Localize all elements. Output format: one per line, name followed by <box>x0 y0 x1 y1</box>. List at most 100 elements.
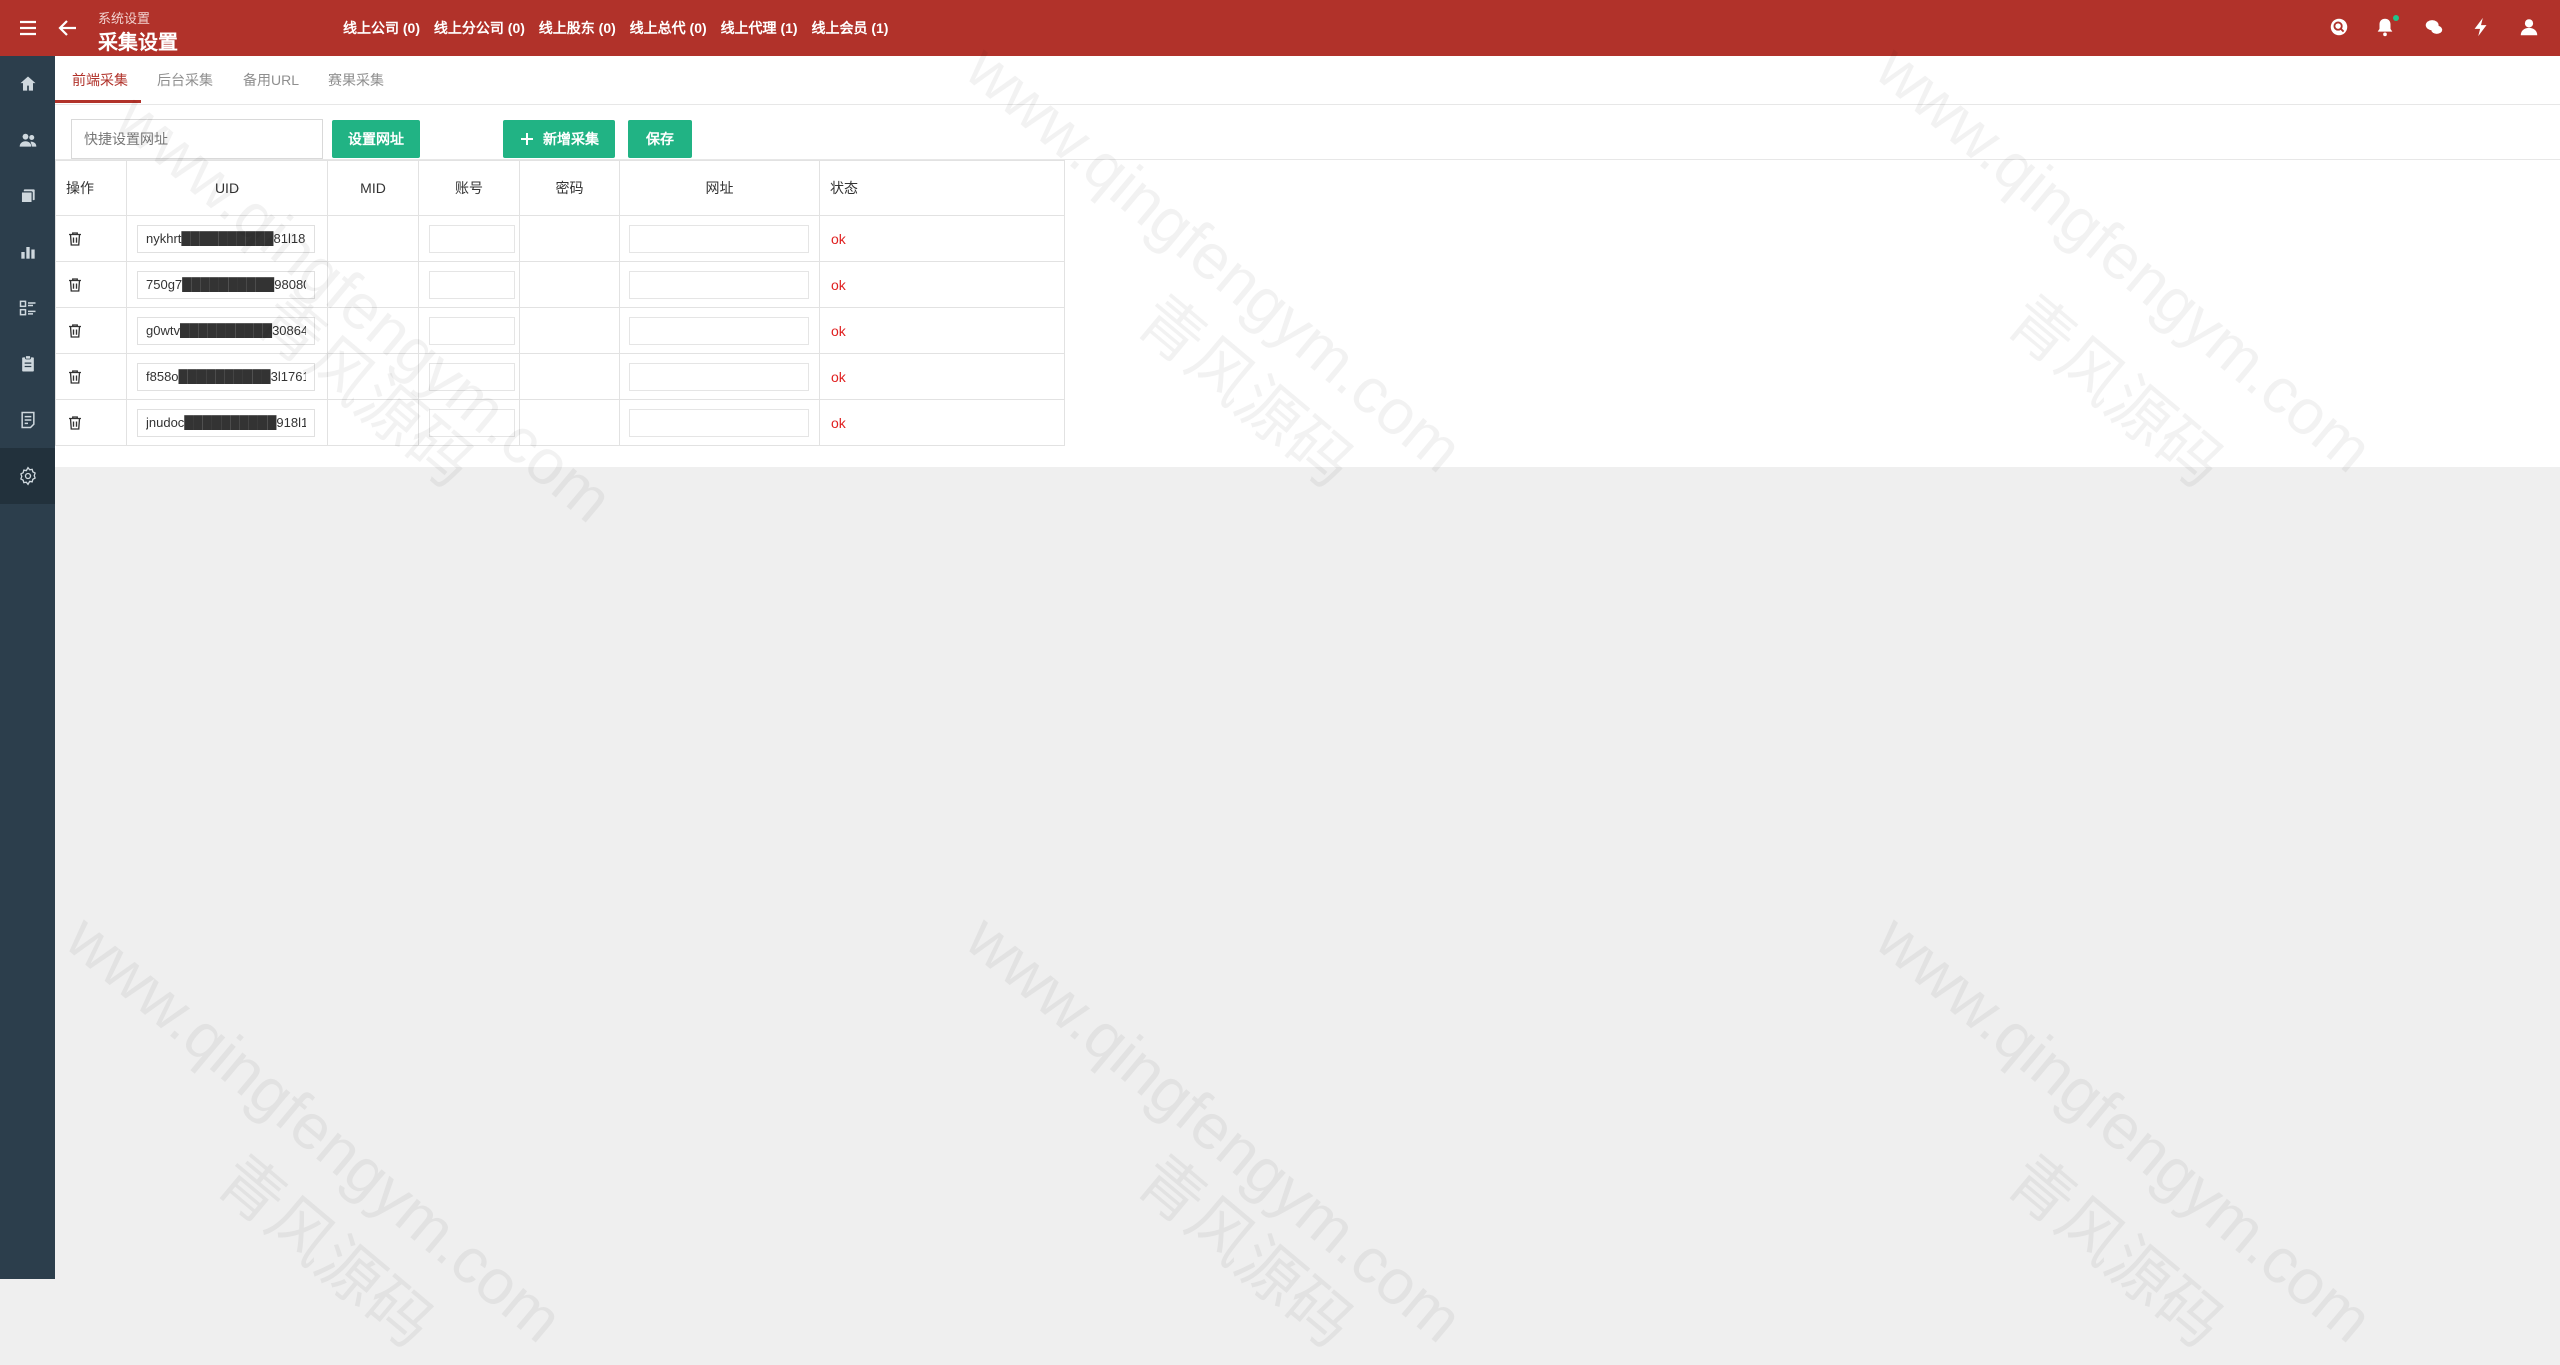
watermark-text: www.qingfengym.com <box>1863 900 2387 1357</box>
bell-icon[interactable] <box>2374 15 2399 40</box>
add-collect-button[interactable]: 新增采集 <box>503 120 615 158</box>
mid-cell <box>327 353 419 400</box>
sidebar-item-list[interactable] <box>0 280 55 336</box>
stat-agent[interactable]: 线上代理 (1) <box>721 20 798 36</box>
sidebar-item-clipboard[interactable] <box>0 336 55 392</box>
online-stats: 线上公司 (0) 线上分公司 (0) 线上股东 (0) 线上总代 (0) 线上代… <box>343 18 898 38</box>
watermark-text: 青风源码 <box>1994 1141 2237 1362</box>
url-input[interactable] <box>629 316 809 345</box>
account-input[interactable] <box>429 316 515 345</box>
password-cell <box>519 353 620 400</box>
menu-icon[interactable] <box>16 16 40 40</box>
sidebar <box>0 56 55 1279</box>
trash-icon[interactable] <box>66 368 84 386</box>
main-content: 前端采集 后台采集 备用URL 赛果采集 设置网址 新增采集 保存 操作 UID… <box>55 56 2560 467</box>
collect-table: 操作 UID MID 账号 密码 网址 状态 ok <box>55 160 1065 446</box>
mid-cell <box>327 399 419 446</box>
col-header-password: 密码 <box>519 160 620 216</box>
status-badge: ok <box>831 368 846 385</box>
trash-icon[interactable] <box>66 322 84 340</box>
col-header-account: 账号 <box>418 160 520 216</box>
watermark-text: www.qingfengym.com <box>953 900 1477 1357</box>
url-input[interactable] <box>629 270 809 299</box>
stat-general-agent[interactable]: 线上总代 (0) <box>630 20 707 36</box>
toolbar <box>55 105 2560 160</box>
uid-input[interactable] <box>137 408 315 437</box>
notification-dot <box>2393 15 2399 21</box>
table-row: ok <box>55 353 1065 400</box>
set-url-button[interactable]: 设置网址 <box>332 120 420 158</box>
stat-shareholder[interactable]: 线上股东 (0) <box>539 20 616 36</box>
mid-cell <box>327 215 419 262</box>
add-collect-label: 新增采集 <box>543 131 599 147</box>
search-icon[interactable] <box>2328 16 2352 40</box>
uid-input[interactable] <box>137 224 315 253</box>
mid-cell <box>327 261 419 308</box>
stat-member[interactable]: 线上会员 (1) <box>811 20 888 36</box>
clipboard-icon <box>21 355 34 372</box>
save-button[interactable]: 保存 <box>628 120 692 158</box>
password-cell <box>519 399 620 446</box>
chat-icon[interactable] <box>2423 16 2447 40</box>
uid-input[interactable] <box>137 362 315 391</box>
tab-backend-collect[interactable]: 后台采集 <box>157 70 213 90</box>
watermark-text: 青风源码 <box>204 1141 447 1362</box>
status-badge: ok <box>831 414 846 431</box>
trash-icon[interactable] <box>66 230 84 248</box>
trash-icon[interactable] <box>66 276 84 294</box>
col-header-url: 网址 <box>619 160 820 216</box>
list-icon <box>19 300 35 316</box>
stat-company[interactable]: 线上公司 (0) <box>343 20 420 36</box>
account-input[interactable] <box>429 408 515 437</box>
report-icon <box>20 411 35 429</box>
tab-bar: 前端采集 后台采集 备用URL 赛果采集 <box>55 56 2560 105</box>
sidebar-item-chart[interactable] <box>0 224 55 280</box>
tab-backup-url[interactable]: 备用URL <box>243 70 299 90</box>
table-row: ok <box>55 399 1065 446</box>
mid-cell <box>327 307 419 354</box>
bolt-icon[interactable] <box>2470 16 2494 40</box>
status-badge: ok <box>831 230 846 247</box>
chart-icon <box>20 247 35 259</box>
status-badge: ok <box>831 322 846 339</box>
col-header-mid: MID <box>327 160 419 216</box>
tab-frontend-collect[interactable]: 前端采集 <box>72 70 128 90</box>
user-icon[interactable] <box>2518 16 2542 40</box>
col-header-uid: UID <box>126 160 328 216</box>
page-title: 采集设置 <box>98 32 178 54</box>
trash-icon[interactable] <box>66 414 84 432</box>
back-icon[interactable] <box>56 16 80 40</box>
password-cell <box>519 215 620 262</box>
password-cell <box>519 307 620 354</box>
stat-branch[interactable]: 线上分公司 (0) <box>434 20 525 36</box>
table-row: ok <box>55 307 1065 354</box>
users-icon <box>19 133 36 147</box>
col-header-status: 状态 <box>819 160 1065 216</box>
table-header-row: 操作 UID MID 账号 密码 网址 状态 <box>55 160 1065 216</box>
set-url-label: 设置网址 <box>348 131 404 147</box>
save-label: 保存 <box>646 131 674 147</box>
uid-input[interactable] <box>137 270 315 299</box>
uid-input[interactable] <box>137 316 315 345</box>
watermark-text: www.qingfengym.com <box>53 900 577 1357</box>
top-bar: 系统设置 采集设置 线上公司 (0) 线上分公司 (0) 线上股东 (0) 线上… <box>0 0 2560 56</box>
account-input[interactable] <box>429 270 515 299</box>
col-header-action: 操作 <box>55 160 127 216</box>
account-input[interactable] <box>429 224 515 253</box>
table-row: ok <box>55 215 1065 262</box>
sidebar-item-report[interactable] <box>0 392 55 448</box>
sidebar-item-settings[interactable] <box>0 448 55 504</box>
url-input[interactable] <box>629 408 809 437</box>
url-input[interactable] <box>629 362 809 391</box>
table-row: ok <box>55 261 1065 308</box>
plus-icon <box>521 133 533 145</box>
breadcrumb[interactable]: 系统设置 <box>98 8 150 27</box>
tab-result-collect[interactable]: 赛果采集 <box>328 70 384 90</box>
sidebar-item-home[interactable] <box>0 56 55 112</box>
quick-url-input[interactable] <box>71 119 323 159</box>
sidebar-item-users[interactable] <box>0 112 55 168</box>
account-input[interactable] <box>429 362 515 391</box>
settings-icon <box>19 466 36 486</box>
sidebar-item-copy[interactable] <box>0 168 55 224</box>
url-input[interactable] <box>629 224 809 253</box>
